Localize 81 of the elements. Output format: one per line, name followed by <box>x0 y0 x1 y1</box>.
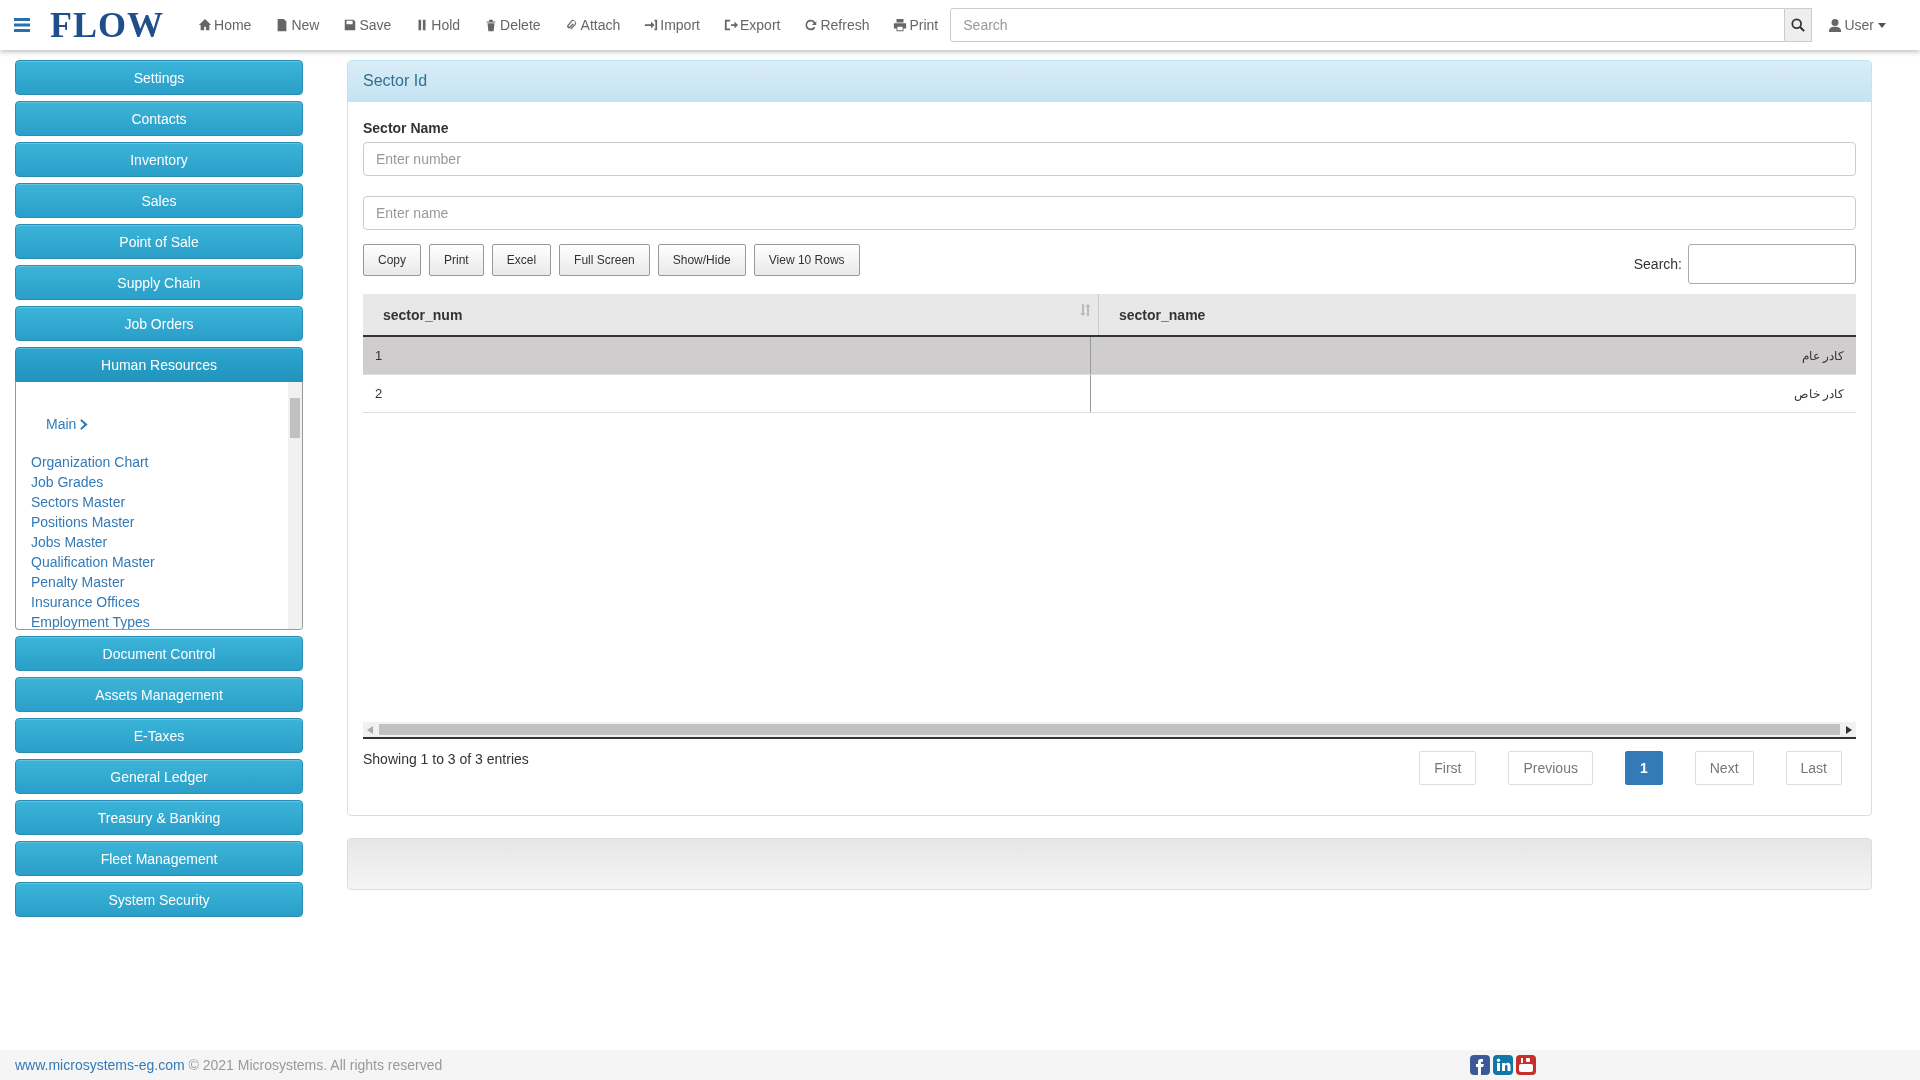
module-button[interactable]: General Ledger <box>15 759 303 794</box>
module-button[interactable]: System Security <box>15 882 303 917</box>
toolbar-button[interactable]: Delete <box>472 5 553 45</box>
module-button[interactable]: Contacts <box>15 101 303 136</box>
printer-icon <box>893 18 908 32</box>
pagination-button[interactable]: Last <box>1785 751 1842 785</box>
facebook-icon[interactable] <box>1470 1055 1490 1075</box>
module-button[interactable]: E-Taxes <box>15 718 303 753</box>
submenu-link[interactable]: Sectors Master <box>31 492 126 512</box>
module-button[interactable]: Document Control <box>15 636 303 671</box>
search-button[interactable] <box>1785 8 1813 42</box>
search-field[interactable]: Search <box>950 8 1786 42</box>
pagination-button[interactable]: Next <box>1694 751 1754 785</box>
house-icon <box>198 18 212 32</box>
module-button[interactable]: Sales <box>15 183 303 218</box>
module-button[interactable]: Assets Management <box>15 677 303 712</box>
entries-info: Showing 1 to 3 of 3 entries <box>363 751 529 767</box>
table-search-field[interactable] <box>1688 244 1856 284</box>
export-icon <box>723 18 738 32</box>
field-label: Sector Name <box>363 120 450 136</box>
module-button[interactable]: Inventory <box>15 142 303 177</box>
toolbar-button[interactable]: Save <box>331 5 404 45</box>
scrollbar[interactable] <box>288 382 302 629</box>
caret-icon <box>1878 22 1886 28</box>
toolbar-button[interactable]: New <box>263 5 332 45</box>
toolbar-button[interactable]: Print <box>881 5 951 45</box>
text-field[interactable]: Enter name <box>363 196 1856 230</box>
module-button[interactable]: Supply Chain <box>15 265 303 300</box>
copyright-text: © 2021 Microsystems. All rights reserved <box>188 1057 443 1073</box>
submenu-link[interactable]: Qualification Master <box>31 552 155 572</box>
refresh-icon <box>804 18 819 32</box>
submenu-link[interactable]: Positions Master <box>31 512 135 532</box>
module-button[interactable]: Human Resources <box>15 347 303 382</box>
text-field[interactable]: Enter number <box>363 142 1856 176</box>
toolbar-button[interactable]: Hold <box>403 5 473 45</box>
submenu-link[interactable]: Organization Chart <box>31 452 149 472</box>
module-button[interactable]: Fleet Management <box>15 841 303 876</box>
submenu-link[interactable]: Job Grades <box>31 472 104 492</box>
toolbar-button[interactable]: Export <box>711 5 793 45</box>
panel-title: Sector Id <box>363 72 428 90</box>
module-button[interactable]: Point of Sale <box>15 224 303 259</box>
module-button[interactable]: Job Orders <box>15 306 303 341</box>
module-button[interactable]: Settings <box>15 60 303 95</box>
table-action-button[interactable]: View 10 Rows <box>753 244 860 276</box>
column-header[interactable]: sector_num <box>363 294 1099 335</box>
table-cell: 1 <box>363 337 1091 374</box>
website-link[interactable]: www.microsystems-eg.com <box>15 1057 185 1073</box>
module-button[interactable]: Treasury & Banking <box>15 800 303 835</box>
pagination-button[interactable]: Previous <box>1508 751 1593 785</box>
menu-icon[interactable] <box>14 18 30 32</box>
horizontal-scrollbar[interactable] <box>363 722 1856 739</box>
chevron-icon <box>80 418 89 430</box>
submenu-link[interactable]: Penalty Master <box>31 572 125 592</box>
search-label: Search: <box>1633 256 1682 272</box>
toolbar-button[interactable]: Attach <box>552 5 633 45</box>
user-menu[interactable]: User <box>1812 17 1896 33</box>
submenu-link[interactable]: Insurance Offices <box>31 592 140 612</box>
table-action-button[interactable]: Excel <box>491 244 552 276</box>
pagination-button[interactable]: 1 <box>1624 751 1663 785</box>
toolbar-button[interactable]: Home <box>186 5 264 45</box>
linkedin-icon[interactable] <box>1493 1055 1513 1075</box>
table-cell-text: كادر عام <box>1800 347 1845 365</box>
toolbar-button[interactable]: Import <box>632 5 712 45</box>
paperclip-icon <box>564 18 579 32</box>
table-cell: 2 <box>363 375 1091 412</box>
user-icon <box>1828 18 1843 32</box>
table-action-button[interactable]: Show/Hide <box>657 244 746 276</box>
table-action-button[interactable]: Copy <box>363 244 421 276</box>
submenu-link[interactable]: Jobs Master <box>31 532 108 552</box>
table-action-button[interactable]: Full Screen <box>559 244 650 276</box>
pagination-button[interactable]: First <box>1419 751 1477 785</box>
submenu-link[interactable]: Employment Types <box>31 612 150 629</box>
logo[interactable]: FLOW <box>50 4 164 46</box>
right-arrow-icon[interactable] <box>1846 725 1852 734</box>
import-icon <box>644 18 659 32</box>
submenu-header-link[interactable]: Main <box>31 396 89 452</box>
table-action-button[interactable]: Print <box>429 244 484 276</box>
table-cell-text: كادر خاص <box>1792 385 1845 403</box>
column-header[interactable]: sector_name <box>1099 294 1856 335</box>
search-icon <box>1791 18 1806 32</box>
toolbar-button[interactable]: Refresh <box>792 5 882 45</box>
